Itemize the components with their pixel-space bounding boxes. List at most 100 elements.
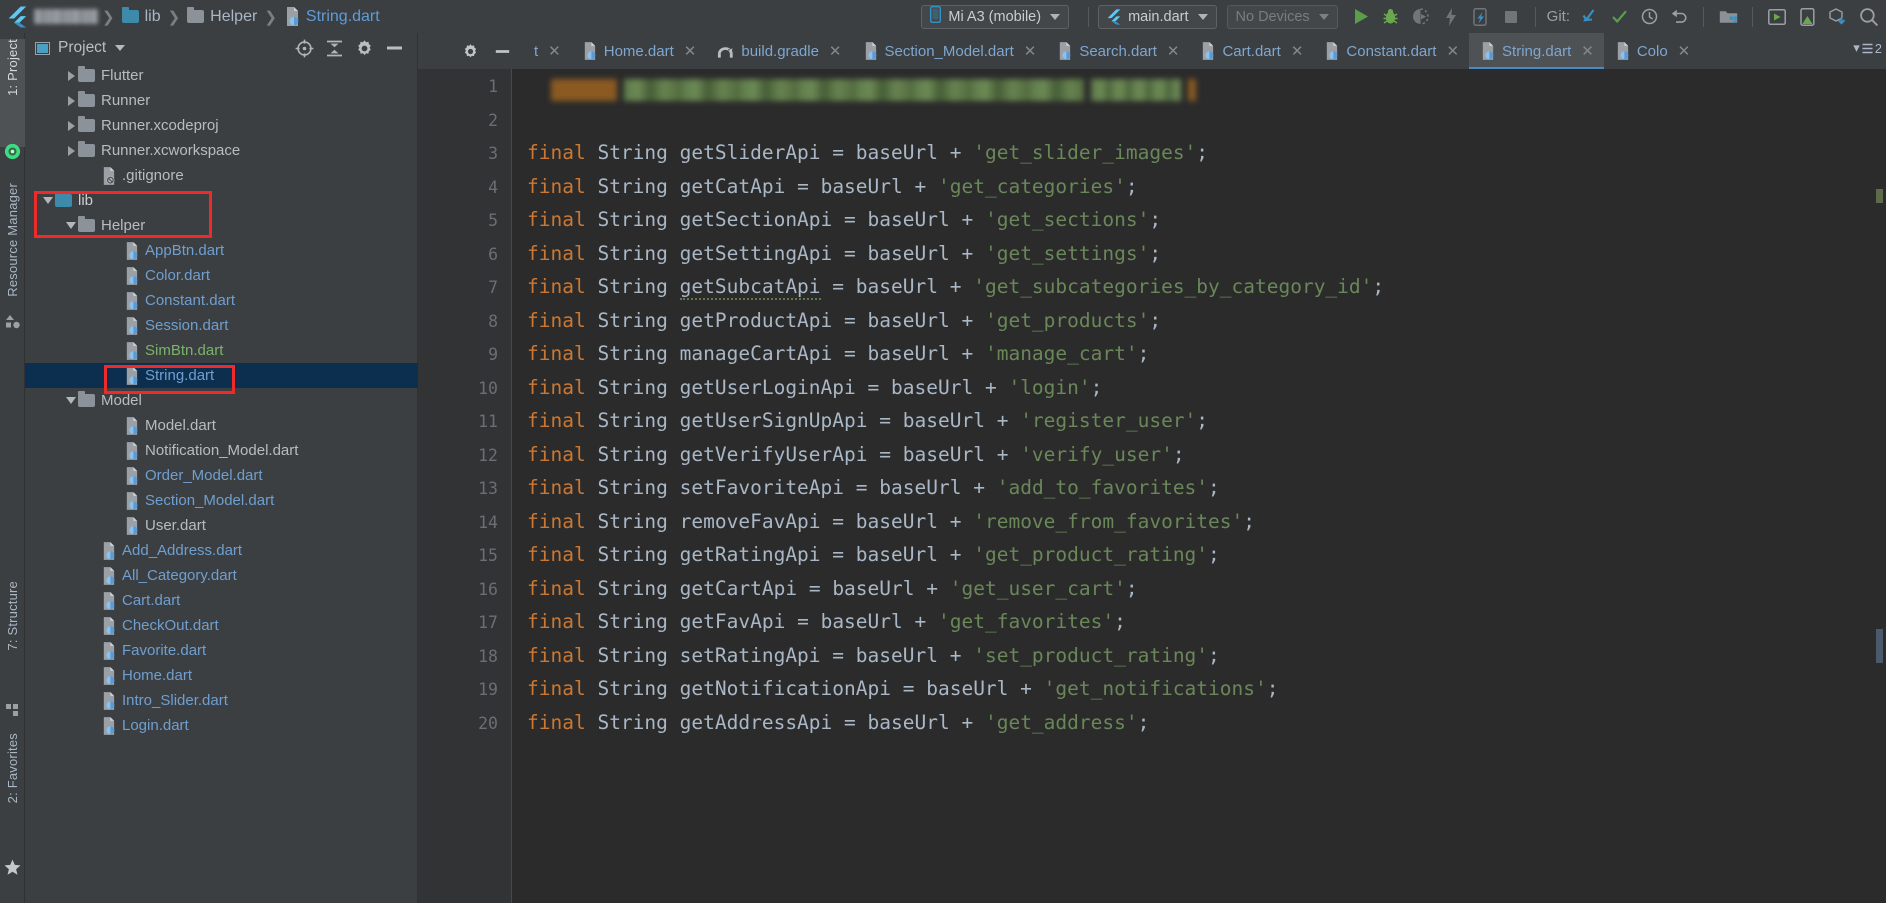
tree-item[interactable]: Runner.xcworkspace: [25, 138, 418, 163]
close-icon[interactable]: ✕: [1678, 42, 1691, 60]
tree-item[interactable]: Session.dart: [25, 313, 418, 338]
minus-icon[interactable]: [487, 37, 517, 65]
tree-twisty[interactable]: [64, 222, 78, 229]
run-anything-button[interactable]: [1762, 3, 1792, 31]
tree-item[interactable]: Order_Model.dart: [25, 463, 418, 488]
hot-reload-button[interactable]: [1436, 3, 1466, 31]
device-selector[interactable]: Mi A3 (mobile): [921, 5, 1069, 29]
editor-tab-build-gradle[interactable]: build.gradle✕: [706, 33, 851, 69]
main-toolbar: ❯ lib ❯ Helper ❯ String.dart: [0, 0, 1886, 33]
git-commit-button[interactable]: [1604, 3, 1634, 31]
breadcrumb-item-helper[interactable]: Helper: [184, 8, 260, 26]
scroll-marker-warning[interactable]: [1876, 189, 1883, 203]
git-rollback-button[interactable]: [1664, 3, 1694, 31]
tree-item[interactable]: Model: [25, 388, 418, 413]
tree-item-selected[interactable]: String.dart: [25, 363, 418, 388]
tree-item[interactable]: Notification_Model.dart: [25, 438, 418, 463]
editor-gutter[interactable]: 1234567891011121314151617181920: [418, 69, 512, 903]
tree-twisty[interactable]: [41, 197, 55, 204]
breadcrumb-item-string-dart[interactable]: String.dart: [281, 7, 383, 26]
open-flutter-inspector-button[interactable]: [1713, 3, 1743, 31]
chevron-down-icon: [43, 197, 53, 204]
tree-item[interactable]: Login.dart: [25, 713, 418, 738]
run-button[interactable]: [1346, 3, 1376, 31]
close-icon[interactable]: ✕: [1291, 42, 1304, 60]
pub-get-button[interactable]: [1822, 3, 1852, 31]
tree-item[interactable]: Runner.xcodeproj: [25, 113, 418, 138]
sidebar-tab-resource-manager[interactable]: Resource Manager: [0, 183, 25, 333]
tree-item[interactable]: Constant.dart: [25, 288, 418, 313]
code-content[interactable]: final String getSliderApi = baseUrl + 'g…: [512, 69, 1862, 903]
hot-restart-button[interactable]: [1466, 3, 1496, 31]
editor-tab-section-model-dart[interactable]: Section_Model.dart✕: [852, 33, 1047, 69]
run-coverage-button[interactable]: [1406, 3, 1436, 31]
sidebar-tab-project[interactable]: 1: Project: [0, 39, 25, 147]
tree-item[interactable]: Flutter: [25, 63, 418, 88]
tree-item[interactable]: Helper: [25, 213, 418, 238]
tree-item[interactable]: .gitignore: [25, 163, 418, 188]
tree-item[interactable]: Color.dart: [25, 263, 418, 288]
tree-item[interactable]: SimBtn.dart: [25, 338, 418, 363]
close-icon[interactable]: ✕: [1446, 42, 1459, 60]
chevron-down-icon[interactable]: [115, 45, 125, 51]
gear-icon[interactable]: [349, 34, 379, 62]
tree-twisty[interactable]: [64, 96, 78, 106]
code-operator: ;: [1173, 443, 1185, 466]
tree-item[interactable]: User.dart: [25, 513, 418, 538]
tab-list-button[interactable]: [418, 33, 451, 69]
sidebar-tab-favorites[interactable]: 2: Favorites: [0, 733, 25, 853]
tree-item[interactable]: Add_Address.dart: [25, 538, 418, 563]
editor-tab-colo[interactable]: Colo✕: [1604, 33, 1700, 69]
code-keyword: final: [527, 644, 586, 667]
close-icon[interactable]: ✕: [1581, 42, 1594, 60]
flutter-logo-icon: [1107, 9, 1121, 25]
code-identifier: getNotificationApi: [680, 677, 891, 700]
editor-tab-cart-dart[interactable]: Cart.dart✕: [1189, 33, 1313, 69]
collapse-all-button[interactable]: [319, 34, 349, 62]
close-icon[interactable]: ✕: [1167, 42, 1180, 60]
debug-button[interactable]: [1376, 3, 1406, 31]
close-icon[interactable]: ✕: [829, 42, 842, 60]
close-icon[interactable]: ✕: [1024, 42, 1037, 60]
editor-tab-constant-dart[interactable]: Constant.dart✕: [1313, 33, 1469, 69]
sidebar-tab-structure[interactable]: 7: Structure: [0, 581, 25, 697]
tree-twisty[interactable]: [64, 146, 78, 156]
minus-icon[interactable]: [379, 34, 409, 62]
select-opened-file-button[interactable]: [289, 34, 319, 62]
editor-tab-string-dart[interactable]: String.dart✕: [1469, 33, 1604, 69]
project-tree[interactable]: FlutterRunnerRunner.xcodeprojRunner.xcwo…: [25, 63, 418, 903]
git-history-button[interactable]: [1634, 3, 1664, 31]
tab-overflow-indicator[interactable]: ▾ 2: [1853, 40, 1882, 56]
tree-item[interactable]: Section_Model.dart: [25, 488, 418, 513]
editor-tab-t[interactable]: t✕: [523, 33, 571, 69]
stop-button[interactable]: [1496, 3, 1526, 31]
editor-tab-search-dart[interactable]: Search.dart✕: [1046, 33, 1189, 69]
code-identifier: manageCartApi: [680, 342, 833, 365]
tree-item[interactable]: lib: [25, 188, 418, 213]
tree-item[interactable]: Cart.dart: [25, 588, 418, 613]
breadcrumb-project-blurred[interactable]: [34, 9, 98, 24]
scroll-marker-caret[interactable]: [1876, 629, 1883, 663]
tree-item[interactable]: All_Category.dart: [25, 563, 418, 588]
editor-tab-home-dart[interactable]: Home.dart✕: [571, 33, 707, 69]
tree-item[interactable]: Model.dart: [25, 413, 418, 438]
tree-item[interactable]: Favorite.dart: [25, 638, 418, 663]
editor-scrollbar[interactable]: [1873, 69, 1886, 903]
git-update-project-button[interactable]: [1574, 3, 1604, 31]
tree-item[interactable]: Home.dart: [25, 663, 418, 688]
tree-twisty[interactable]: [64, 397, 78, 404]
no-devices-selector[interactable]: No Devices: [1227, 5, 1338, 29]
close-icon[interactable]: ✕: [548, 42, 561, 60]
gear-icon[interactable]: [455, 37, 485, 65]
tree-twisty[interactable]: [64, 71, 78, 81]
tree-item[interactable]: CheckOut.dart: [25, 613, 418, 638]
tree-item[interactable]: Intro_Slider.dart: [25, 688, 418, 713]
breadcrumb-item-lib[interactable]: lib: [119, 8, 164, 26]
search-everywhere-button[interactable]: [1852, 3, 1886, 31]
tree-twisty[interactable]: [64, 121, 78, 131]
close-icon[interactable]: ✕: [684, 42, 697, 60]
run-config-selector[interactable]: main.dart: [1098, 5, 1216, 29]
tree-item[interactable]: Runner: [25, 88, 418, 113]
tree-item[interactable]: AppBtn.dart: [25, 238, 418, 263]
device-manager-button[interactable]: [1792, 3, 1822, 31]
